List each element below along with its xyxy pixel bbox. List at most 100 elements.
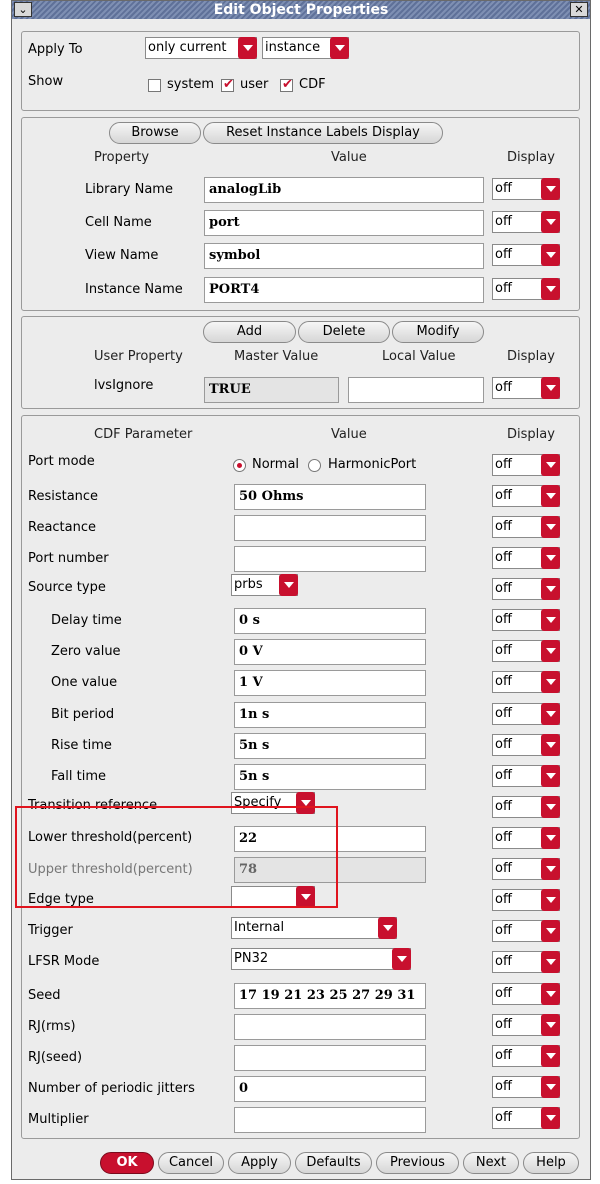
chevron-down-icon	[541, 211, 560, 233]
port-mode-normal-radio[interactable]	[233, 459, 246, 472]
display-value: off	[495, 674, 512, 689]
trigger-dropdown[interactable]: Internal	[231, 917, 397, 939]
bit-period-display-dropdown[interactable]: off	[492, 703, 560, 725]
help-button[interactable]: Help	[523, 1152, 579, 1174]
close-icon[interactable]: ✕	[570, 2, 588, 17]
one-value-label: One value	[51, 675, 118, 690]
display-value: off	[495, 380, 512, 395]
library-name-field[interactable]: analogLib	[204, 177, 484, 203]
lvsignore-display-dropdown[interactable]: off	[492, 377, 560, 399]
transition-reference-display-dropdown[interactable]: off	[492, 796, 560, 818]
rj-seed-field[interactable]	[234, 1045, 426, 1071]
user-property-column-header: User Property	[94, 349, 183, 364]
chevron-down-icon	[238, 37, 257, 59]
one-value-field[interactable]: 1 V	[234, 670, 426, 696]
resistance-field[interactable]: 50 Ohms	[234, 484, 426, 510]
view-name-display-dropdown[interactable]: off	[492, 244, 560, 266]
periodic-jitters-label: Number of periodic jitters	[28, 1081, 195, 1096]
lower-threshold-display-dropdown[interactable]: off	[492, 827, 560, 849]
show-system-label: system	[167, 77, 214, 92]
chevron-down-icon	[330, 37, 349, 59]
multiplier-display-dropdown[interactable]: off	[492, 1107, 560, 1129]
reactance-display-dropdown[interactable]: off	[492, 516, 560, 538]
view-name-field[interactable]: symbol	[204, 243, 484, 269]
display-value: off	[495, 799, 512, 814]
upper-threshold-display-dropdown[interactable]: off	[492, 858, 560, 880]
chevron-down-icon	[279, 574, 298, 596]
ok-button[interactable]: OK	[100, 1152, 154, 1174]
resistance-display-dropdown[interactable]: off	[492, 485, 560, 507]
show-cdf-checkbox[interactable]: ✔	[280, 77, 293, 92]
reactance-field[interactable]	[234, 515, 426, 541]
apply-to-target-dropdown[interactable]: instance	[262, 37, 349, 59]
port-mode-label: Port mode	[28, 454, 95, 469]
previous-button[interactable]: Previous	[376, 1152, 459, 1174]
multiplier-field[interactable]	[234, 1107, 426, 1133]
zero-value-field[interactable]: 0 V	[234, 639, 426, 665]
port-mode-normal-label: Normal	[252, 457, 300, 472]
show-system-checkbox[interactable]	[148, 79, 161, 92]
display-value: off	[495, 519, 512, 534]
show-user-checkbox[interactable]: ✔	[221, 77, 234, 92]
resistance-label: Resistance	[28, 489, 99, 504]
apply-to-scope-dropdown[interactable]: only current	[145, 37, 257, 59]
lfsr-mode-dropdown[interactable]: PN32	[231, 948, 411, 970]
trigger-display-dropdown[interactable]: off	[492, 920, 560, 942]
delay-time-field[interactable]: 0 s	[234, 608, 426, 634]
display-value: off	[495, 1017, 512, 1032]
window-title: Edit Object Properties	[213, 2, 389, 18]
defaults-button[interactable]: Defaults	[295, 1152, 372, 1174]
multiplier-label: Multiplier	[28, 1112, 89, 1127]
reset-instance-labels-button[interactable]: Reset Instance Labels Display	[203, 122, 443, 144]
next-button[interactable]: Next	[463, 1152, 519, 1174]
delay-time-label: Delay time	[51, 613, 122, 628]
cell-name-display-dropdown[interactable]: off	[492, 211, 560, 233]
rise-time-field[interactable]: 5n s	[234, 733, 426, 759]
port-number-label: Port number	[28, 551, 109, 566]
seed-field[interactable]: 17 19 21 23 25 27 29 31	[234, 983, 426, 1009]
fall-time-display-dropdown[interactable]: off	[492, 765, 560, 787]
chevron-down-icon	[541, 765, 560, 787]
lfsr-mode-display-dropdown[interactable]: off	[492, 951, 560, 973]
browse-button[interactable]: Browse	[109, 122, 201, 144]
rj-seed-display-dropdown[interactable]: off	[492, 1045, 560, 1067]
instance-name-label: Instance Name	[85, 282, 183, 297]
rj-rms-display-dropdown[interactable]: off	[492, 1014, 560, 1036]
cancel-button[interactable]: Cancel	[158, 1152, 224, 1174]
chevron-down-icon	[541, 889, 560, 911]
apply-show-section: Apply To only current instance Show syst…	[21, 31, 580, 111]
rj-rms-field[interactable]	[234, 1014, 426, 1040]
fall-time-field[interactable]: 5n s	[234, 764, 426, 790]
instance-name-display-dropdown[interactable]: off	[492, 278, 560, 300]
zero-value-display-dropdown[interactable]: off	[492, 640, 560, 662]
bit-period-field[interactable]: 1n s	[234, 702, 426, 728]
one-value-display-dropdown[interactable]: off	[492, 671, 560, 693]
port-mode-display-dropdown[interactable]: off	[492, 454, 560, 476]
chevron-down-icon	[541, 827, 560, 849]
port-mode-harmonic-radio[interactable]	[308, 459, 321, 472]
instance-name-field[interactable]: PORT4	[204, 277, 484, 303]
rj-rms-label: RJ(rms)	[28, 1019, 76, 1034]
library-name-display-dropdown[interactable]: off	[492, 178, 560, 200]
delete-button[interactable]: Delete	[298, 321, 390, 343]
display-value: off	[495, 1110, 512, 1125]
modify-button[interactable]: Modify	[392, 321, 484, 343]
rise-time-display-dropdown[interactable]: off	[492, 734, 560, 756]
window-menu-icon[interactable]: ⌄	[14, 2, 32, 17]
source-type-dropdown[interactable]: prbs	[231, 574, 298, 596]
periodic-jitters-field[interactable]: 0	[234, 1076, 426, 1102]
user-property-section: Add Delete Modify User Property Master V…	[21, 316, 580, 409]
port-number-display-dropdown[interactable]: off	[492, 547, 560, 569]
port-number-field[interactable]	[234, 546, 426, 572]
edge-type-display-dropdown[interactable]: off	[492, 889, 560, 911]
lvsignore-local-value-field[interactable]	[348, 377, 484, 403]
rise-time-label: Rise time	[51, 738, 112, 753]
add-button[interactable]: Add	[203, 321, 296, 343]
source-type-display-dropdown[interactable]: off	[492, 578, 560, 600]
delay-time-display-dropdown[interactable]: off	[492, 609, 560, 631]
periodic-jitters-display-dropdown[interactable]: off	[492, 1076, 560, 1098]
chevron-down-icon	[541, 920, 560, 942]
seed-display-dropdown[interactable]: off	[492, 983, 560, 1005]
apply-button[interactable]: Apply	[228, 1152, 291, 1174]
cell-name-field[interactable]: port	[204, 210, 484, 236]
